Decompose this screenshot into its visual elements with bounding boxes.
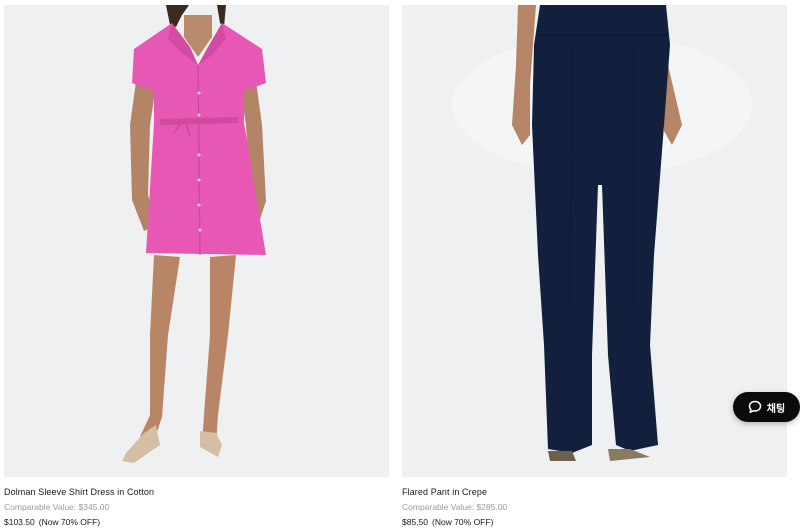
chat-bubble-icon (748, 400, 762, 414)
navy-flared-pant-photo (452, 5, 752, 461)
product-name[interactable]: Flared Pant in Crepe (402, 486, 787, 498)
sale-price: $85.50 (402, 517, 428, 527)
product-price-row: $85.50 (Now 70% OFF) (402, 516, 787, 528)
discount-label: (Now 70% OFF) (432, 517, 494, 527)
chat-label: 채팅 (766, 403, 786, 415)
product-card-pant[interactable]: Flared Pant in Crepe Comparable Value: $… (402, 5, 787, 528)
product-name[interactable]: Dolman Sleeve Shirt Dress in Cotton (4, 486, 389, 498)
product-price-row: $103.50 (Now 70% OFF) (4, 516, 389, 528)
product-card-dress[interactable]: Dolman Sleeve Shirt Dress in Cotton Comp… (4, 5, 389, 528)
discount-label: (Now 70% OFF) (38, 517, 101, 527)
comparable-value: Comparable Value: $285.00 (402, 502, 508, 512)
pink-shirt-dress-photo (122, 5, 266, 463)
sale-price: $103.50 (4, 517, 35, 527)
product-image-pant[interactable] (402, 5, 787, 477)
comparable-value: Comparable Value: $345.00 (4, 502, 110, 512)
product-grid: Dolman Sleeve Shirt Dress in Cotton Comp… (0, 0, 800, 530)
chat-button[interactable]: 채팅 (733, 392, 800, 422)
product-image-dress[interactable] (4, 5, 389, 477)
